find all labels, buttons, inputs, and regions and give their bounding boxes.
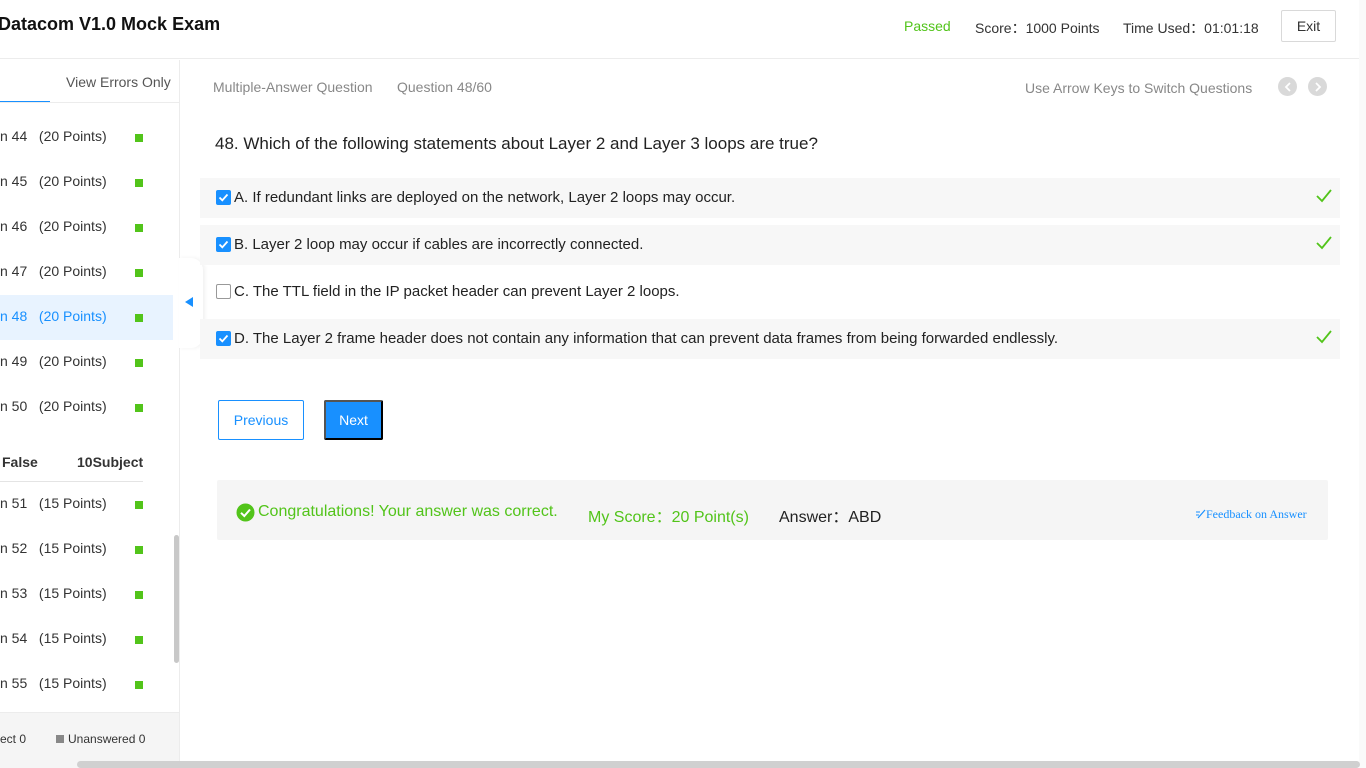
answered-correct-marker [135, 134, 143, 142]
question-list-item[interactable]: n 45 (20 Points) [0, 160, 173, 205]
chevron-left-icon [1284, 81, 1291, 92]
correct-tick-icon [1316, 189, 1332, 203]
previous-question-arrow[interactable] [1278, 77, 1297, 96]
answered-correct-marker [135, 636, 143, 644]
correct-answer: Answer：ABD [779, 509, 882, 526]
question-list-item[interactable]: n 46 (20 Points) [0, 205, 173, 250]
question-sidebar: View Errors Only n 44 (20 Points) n 45 (… [0, 60, 180, 768]
next-button[interactable]: Next [324, 400, 383, 440]
top-bar: Datacom V1.0 Mock Exam Passed Score：1000… [0, 0, 1366, 59]
chevron-right-icon [1314, 81, 1321, 92]
answered-correct-marker [135, 501, 143, 509]
option-c-text: C. The TTL field in the IP packet header… [234, 283, 680, 300]
question-list-item[interactable]: n 49 (20 Points) [0, 340, 173, 385]
option-b-text: B. Layer 2 loop may occur if cables are … [234, 236, 644, 253]
question-list-item[interactable]: n 51 (15 Points) [0, 482, 173, 527]
question-item-label: n 47 (20 Points) [0, 263, 107, 279]
question-list-item[interactable]: n 44 (20 Points) [0, 115, 173, 160]
option-a[interactable]: A. If redundant links are deployed on th… [200, 178, 1340, 218]
legend-unanswered-label: Unanswered 0 [68, 732, 146, 746]
question-item-label: n 46 (20 Points) [0, 218, 107, 234]
question-type-label: Multiple-Answer Question [213, 79, 373, 95]
option-c-checkbox[interactable] [216, 284, 231, 299]
question-item-label: n 50 (20 Points) [0, 398, 107, 414]
sidebar-scrollbar[interactable] [174, 535, 179, 663]
question-item-label: n 49 (20 Points) [0, 353, 107, 369]
question-item-label: n 52 (15 Points) [0, 540, 107, 556]
section-type-label: False [2, 454, 38, 470]
check-circle-icon [236, 503, 255, 522]
option-d-checkbox[interactable] [216, 331, 231, 346]
section-count-label: 10Subject [77, 454, 144, 470]
question-list-item[interactable]: n 53 (15 Points) [0, 572, 173, 617]
question-item-label: n 45 (20 Points) [0, 173, 107, 189]
option-a-text: A. If redundant links are deployed on th… [234, 189, 736, 206]
question-list-item[interactable]: n 54 (15 Points) [0, 617, 173, 662]
exam-title: Datacom V1.0 Mock Exam [0, 14, 221, 34]
legend-unanswered: Unanswered 0 [56, 732, 145, 746]
option-a-checkbox[interactable] [216, 190, 231, 205]
option-c[interactable]: C. The TTL field in the IP packet header… [200, 272, 1340, 312]
question-list-item[interactable]: n 50 (20 Points) [0, 385, 173, 430]
question-item-label: n 55 (15 Points) [0, 675, 107, 691]
answered-correct-marker [135, 224, 143, 232]
question-item-label: n 44 (20 Points) [0, 128, 107, 144]
check-icon [218, 193, 229, 202]
question-list-item-current[interactable]: n 48 (20 Points) [0, 295, 173, 340]
option-b-checkbox[interactable] [216, 237, 231, 252]
horizontal-scrollbar[interactable] [77, 761, 1360, 768]
answered-correct-marker [135, 546, 143, 554]
answer-result-panel: Congratulations! Your answer was correct… [217, 480, 1328, 540]
edit-icon [1196, 509, 1206, 519]
answered-correct-marker [135, 269, 143, 277]
feedback-link[interactable]: Feedback on Answer [1195, 507, 1307, 522]
section-header: False 10Subject [0, 444, 143, 482]
tab-divider [0, 102, 179, 103]
check-icon [218, 334, 229, 343]
answered-correct-marker [135, 314, 143, 322]
correct-message: Congratulations! Your answer was correct… [258, 503, 558, 520]
option-d[interactable]: D. The Layer 2 frame header does not con… [200, 319, 1340, 359]
option-b[interactable]: B. Layer 2 loop may occur if cables are … [200, 225, 1340, 265]
question-text: 48. Which of the following statements ab… [215, 134, 818, 153]
caret-left-icon [185, 297, 193, 307]
sidebar-legend: ect 0 Unanswered 0 [0, 712, 179, 768]
time-used-display: Time Used：01:01:18 [1123, 20, 1259, 36]
question-item-label: n 48 (20 Points) [0, 308, 107, 324]
arrow-keys-hint: Use Arrow Keys to Switch Questions [1025, 80, 1253, 96]
question-item-label: n 51 (15 Points) [0, 495, 107, 511]
answered-correct-marker [135, 179, 143, 187]
vertical-scroll-track [1359, 0, 1366, 768]
answered-correct-marker [135, 359, 143, 367]
question-list-item[interactable]: n 55 (15 Points) [0, 662, 173, 707]
question-list-item[interactable]: n 47 (20 Points) [0, 250, 173, 295]
correct-tick-icon [1316, 236, 1332, 250]
next-question-arrow[interactable] [1308, 77, 1327, 96]
question-list-item[interactable]: n 52 (15 Points) [0, 527, 173, 572]
answered-correct-marker [135, 591, 143, 599]
correct-tick-icon [1316, 330, 1332, 344]
exit-button[interactable]: Exit [1281, 10, 1336, 42]
question-item-label: n 53 (15 Points) [0, 585, 107, 601]
my-score: My Score：20 Point(s) [588, 509, 749, 526]
score-display: Score：1000 Points [975, 20, 1100, 36]
answered-correct-marker [135, 404, 143, 412]
unanswered-square-icon [56, 735, 64, 743]
question-number-label: Question 48/60 [397, 79, 492, 95]
question-item-label: n 54 (15 Points) [0, 630, 107, 646]
check-icon [218, 240, 229, 249]
option-d-text: D. The Layer 2 frame header does not con… [234, 330, 1059, 347]
status-badge: Passed [904, 18, 951, 34]
answered-correct-marker [135, 681, 143, 689]
legend-correct-count: ect 0 [0, 732, 27, 746]
tab-view-errors-only[interactable]: View Errors Only [66, 74, 171, 90]
feedback-label: Feedback on Answer [1206, 507, 1307, 521]
previous-button[interactable]: Previous [218, 400, 304, 440]
